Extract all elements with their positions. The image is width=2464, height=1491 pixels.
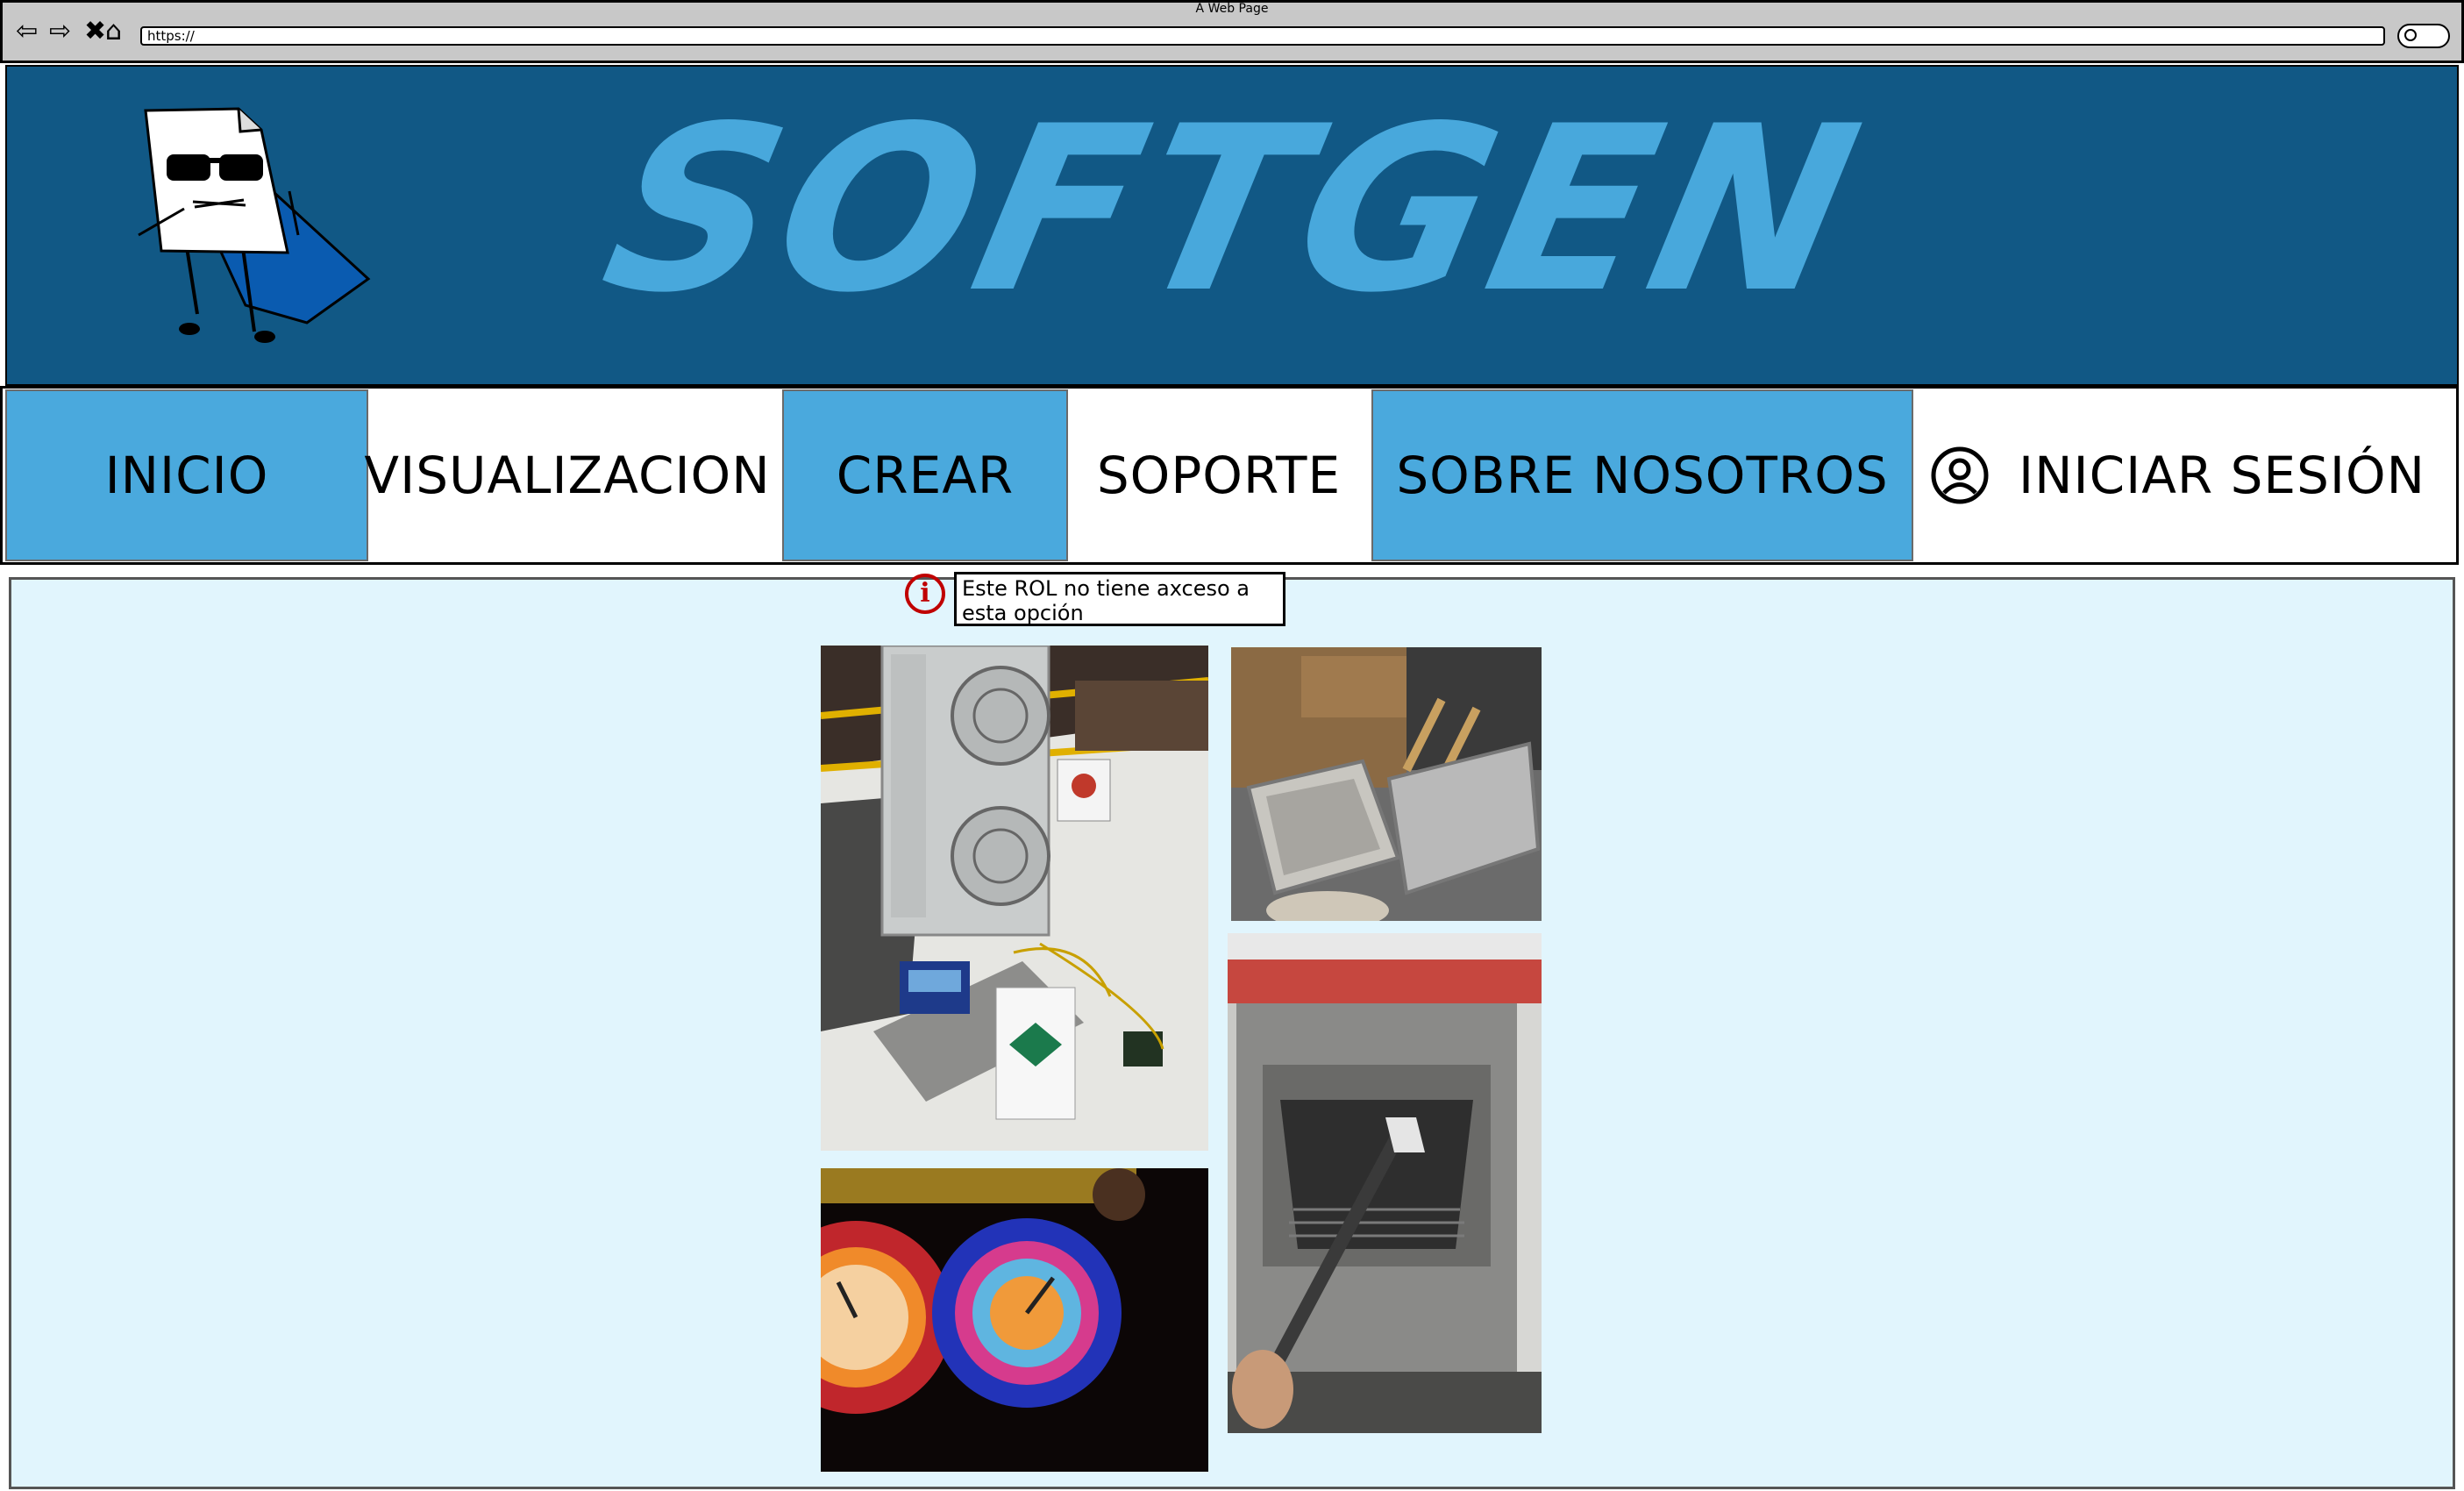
nav-sobre-nosotros[interactable]: SOBRE NOSOTROS	[1371, 389, 1913, 561]
search-icon	[2404, 29, 2417, 41]
photo-filters	[1231, 647, 1542, 921]
forward-icon[interactable]: ⇨	[49, 16, 71, 47]
info-icon: i	[905, 574, 945, 614]
nav-crear[interactable]: CREAR	[782, 389, 1068, 561]
back-icon[interactable]: ⇦	[16, 16, 38, 47]
mascot-logo	[138, 107, 371, 343]
home-icon[interactable]: ⌂	[105, 16, 122, 47]
photo-manifold-gauges	[821, 1168, 1208, 1472]
permission-tooltip: Este ROL no tiene axceso a esta opción	[954, 572, 1285, 626]
nav-soporte[interactable]: SOPORTE	[1070, 389, 1368, 561]
photo-ac-unit-rooftop	[821, 646, 1208, 1151]
photo-coil-cleaning	[1228, 933, 1542, 1433]
nav-inicio[interactable]: INICIO	[5, 389, 368, 561]
brand-logo-text: SOFTGEN	[585, 78, 1882, 343]
close-icon[interactable]: ✖	[84, 16, 106, 47]
window-title: A Web Page	[1195, 2, 1269, 16]
url-bar[interactable]: https://	[140, 26, 2385, 46]
nav-visualizacion[interactable]: VISUALIZACION	[364, 389, 770, 561]
nav-iniciar-sesion[interactable]: INICIAR SESIÓN	[1917, 389, 2453, 561]
user-icon	[1931, 446, 1989, 504]
nav-iniciar-sesion-label: INICIAR SESIÓN	[2019, 446, 2426, 505]
browser-search-button[interactable]	[2397, 24, 2450, 48]
